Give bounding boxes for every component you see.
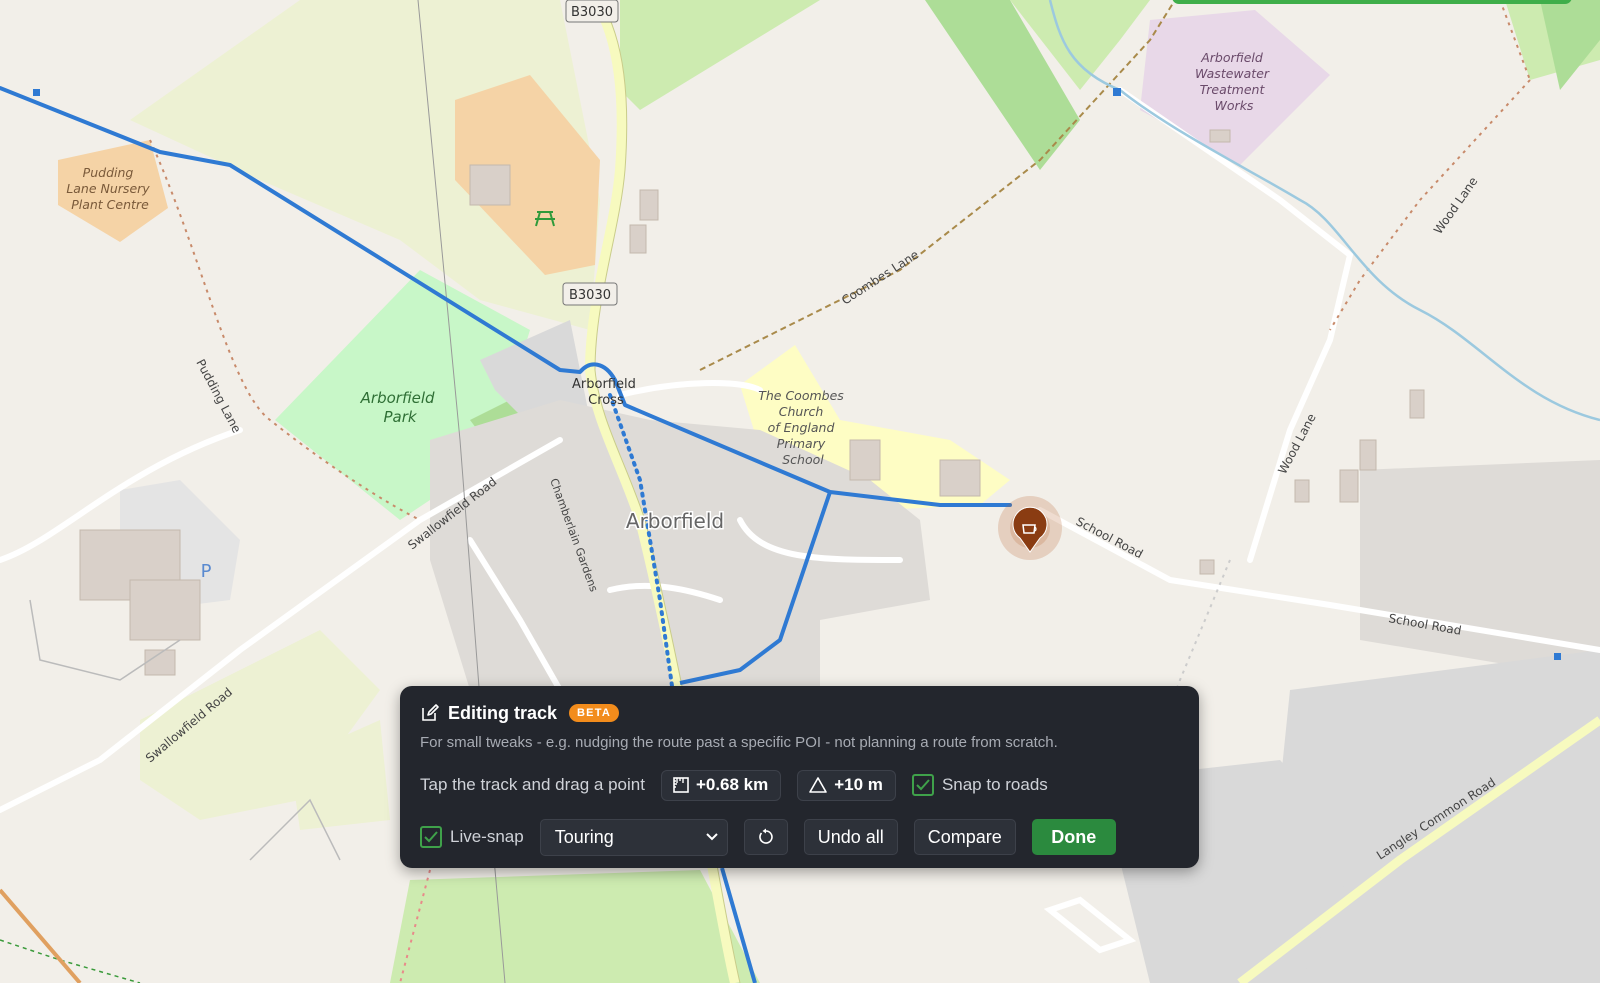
routing-profile-value: Touring <box>554 826 614 847</box>
panel-status-row: Tap the track and drag a point +0.68 km … <box>420 768 1048 802</box>
top-green-bar <box>1172 0 1572 4</box>
undo-all-button[interactable]: Undo all <box>803 819 898 855</box>
panel-controls-row: Live-snap Touring Undo all Compare Done <box>420 818 1132 856</box>
svg-text:B3030: B3030 <box>569 288 611 303</box>
editing-track-panel: Editing track BETA For small tweaks - e.… <box>400 686 1199 868</box>
village-label: Arborfield <box>626 509 724 533</box>
chevron-down-icon <box>706 833 718 841</box>
panel-description: For small tweaks - e.g. nudging the rout… <box>420 734 1058 751</box>
poi-marker[interactable] <box>998 496 1062 560</box>
compare-button[interactable]: Compare <box>913 819 1016 855</box>
done-button[interactable]: Done <box>1031 819 1116 855</box>
drag-hint: Tap the track and drag a point <box>420 775 645 794</box>
panel-header: Editing track BETA <box>420 700 619 726</box>
snap-to-roads-checkbox[interactable] <box>911 774 934 796</box>
distance-delta-chip: +0.68 km <box>660 769 782 801</box>
distance-delta-value: +0.68 km <box>695 775 769 794</box>
checkmark-icon <box>916 779 930 791</box>
elevation-icon <box>809 777 828 793</box>
snap-to-roads-label[interactable]: Snap to roads <box>942 775 1048 795</box>
elevation-delta-value: +10 m <box>834 775 883 794</box>
road-shield-mid: B3030 <box>562 282 618 306</box>
beta-badge: BETA <box>569 704 619 722</box>
reset-button[interactable] <box>743 819 788 855</box>
elevation-delta-chip: +10 m <box>797 769 896 801</box>
routing-profile-select[interactable]: Touring <box>539 818 728 856</box>
reset-icon <box>758 828 773 844</box>
live-snap-label[interactable]: Live-snap <box>450 827 524 847</box>
road-shield-top: B3030 <box>565 0 619 23</box>
checkmark-icon <box>424 831 438 843</box>
svg-text:B3030: B3030 <box>571 5 613 20</box>
live-snap-checkbox[interactable] <box>420 826 442 848</box>
panel-title: Editing track <box>448 702 558 723</box>
parking-icon: P <box>201 561 212 582</box>
ruler-icon <box>673 777 689 793</box>
edit-icon <box>422 704 439 721</box>
